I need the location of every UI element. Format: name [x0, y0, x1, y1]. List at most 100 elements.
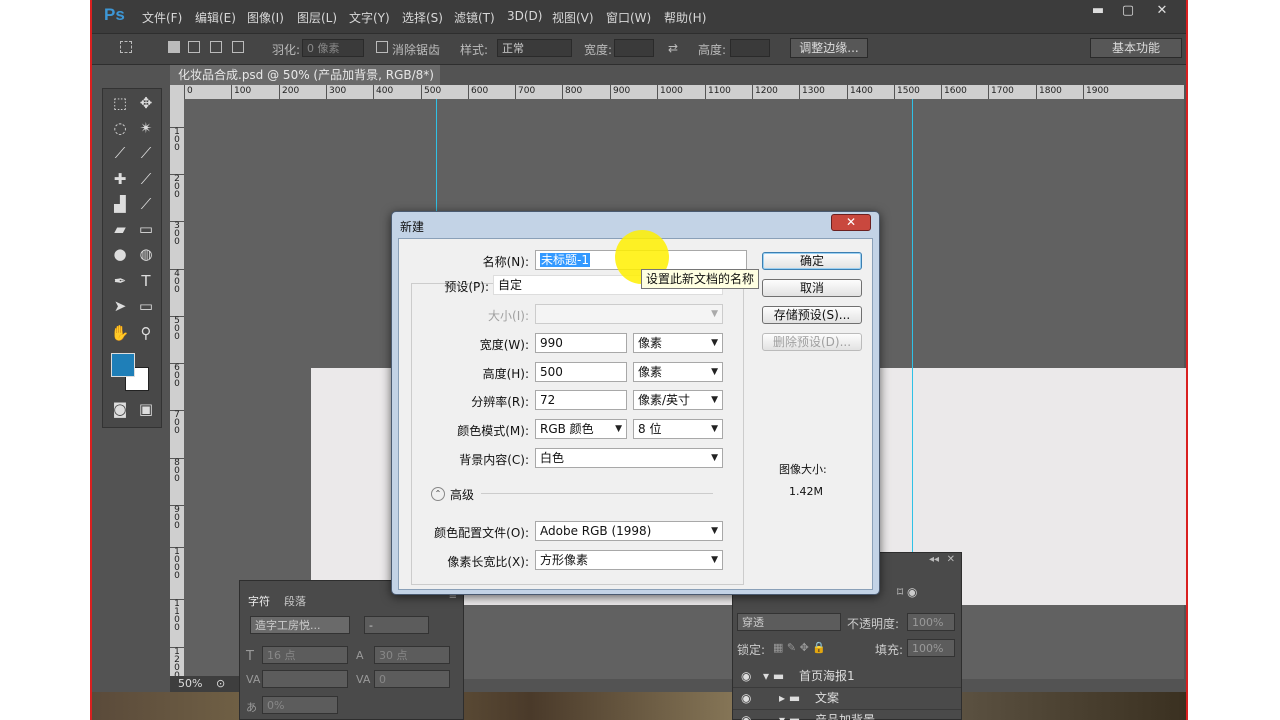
history-brush-icon[interactable]: ⟋ — [133, 192, 159, 216]
fill-input[interactable]: 100% — [907, 639, 955, 657]
layer-row[interactable]: ◉ ▾ ▬ 首页海报1 — [733, 665, 961, 688]
pixel-aspect-label: 像素长宽比(X): — [447, 555, 529, 569]
path-select-icon[interactable]: ➤ — [107, 294, 133, 318]
stamp-tool-icon[interactable]: ▟ — [107, 192, 133, 216]
filter-icons[interactable]: ⌑ ◉ — [897, 585, 917, 599]
maximize-button[interactable]: ▢ — [1114, 2, 1142, 20]
type-tool-icon[interactable]: T — [133, 269, 159, 293]
menu-edit[interactable]: 编辑(E) — [195, 9, 236, 26]
tracking-input[interactable]: 0 — [374, 670, 450, 688]
eye-icon[interactable]: ◉ — [741, 709, 751, 720]
menu-layer[interactable]: 图层(L) — [297, 9, 337, 26]
dialog-close-button[interactable]: ✕ — [831, 214, 871, 231]
menu-select[interactable]: 选择(S) — [402, 9, 443, 26]
move-tool-icon[interactable]: ✥ — [133, 91, 159, 115]
opacity-input[interactable]: 100% — [907, 613, 955, 631]
refine-edge-button[interactable]: 调整边缘... — [790, 38, 868, 58]
antialias-checkbox[interactable] — [376, 41, 388, 53]
blur-tool-icon[interactable]: ● — [107, 242, 133, 266]
brush-tool-icon[interactable]: ⟋ — [133, 167, 159, 191]
folder-icon[interactable]: ▾ ▬ — [779, 709, 800, 720]
subtract-selection-icon[interactable] — [210, 41, 222, 53]
delete-preset-button[interactable]: 删除预设(D)... — [762, 333, 862, 351]
eyedropper-tool-icon[interactable]: ⟋ — [133, 141, 159, 165]
color-profile-select[interactable]: Adobe RGB (1998) ▼ — [535, 521, 723, 541]
status-info-icon[interactable]: ⊙ — [216, 677, 225, 690]
gradient-tool-icon[interactable]: ▭ — [133, 217, 159, 241]
width-input[interactable]: 990 — [535, 333, 627, 353]
pixel-aspect-select[interactable]: 方形像素 ▼ — [535, 550, 723, 570]
screen-mode-icon[interactable]: ▣ — [133, 397, 159, 421]
eye-icon[interactable]: ◉ — [741, 665, 751, 687]
leading-input[interactable]: 30 点 — [374, 646, 450, 664]
cancel-button[interactable]: 取消 — [762, 279, 862, 297]
magic-wand-tool-icon[interactable]: ✴ — [133, 116, 159, 140]
layer-row[interactable]: ◉ ▸ ▬ 文案 — [733, 687, 961, 710]
shape-tool-icon[interactable]: ▭ — [133, 294, 159, 318]
add-selection-icon[interactable] — [188, 41, 200, 53]
background-select[interactable]: 白色 ▼ — [535, 448, 723, 468]
menu-image[interactable]: 图像(I) — [247, 9, 284, 26]
font-size-input[interactable]: 16 点 — [262, 646, 348, 664]
dialog-title: 新建 — [400, 220, 425, 234]
height-unit-select[interactable]: 像素 ▼ — [633, 362, 723, 382]
workspace-button[interactable]: 基本功能 — [1090, 38, 1182, 58]
marquee-tool-icon[interactable]: ⬚ — [107, 91, 133, 115]
height-input[interactable] — [730, 39, 770, 57]
menu-window[interactable]: 窗口(W) — [606, 9, 651, 26]
resolution-unit-select[interactable]: 像素/英寸 ▼ — [633, 390, 723, 410]
intersect-selection-icon[interactable] — [232, 41, 244, 53]
menu-help[interactable]: 帮助(H) — [664, 9, 706, 26]
zoom-level[interactable]: 50% — [178, 677, 202, 690]
zoom-tool-icon[interactable]: ⚲ — [133, 321, 159, 345]
panel-collapse-icon[interactable]: ◂◂ — [929, 554, 939, 565]
marquee-tool-icon[interactable] — [120, 41, 132, 53]
dodge-tool-icon[interactable]: ◍ — [133, 242, 159, 266]
minimize-button[interactable]: ▬ — [1084, 2, 1112, 20]
foreground-color-swatch[interactable] — [111, 353, 135, 377]
swap-icon[interactable]: ⇄ — [668, 41, 678, 55]
eye-icon[interactable]: ◉ — [741, 687, 751, 709]
save-preset-button[interactable]: 存储预设(S)... — [762, 306, 862, 324]
ruler-label: 1400 — [847, 85, 873, 99]
kerning-input[interactable] — [262, 670, 348, 688]
crop-tool-icon[interactable]: ⟋ — [107, 141, 133, 165]
font-style-select[interactable]: - — [364, 616, 429, 634]
tab-character[interactable]: 字符 — [248, 593, 270, 609]
color-mode-select[interactable]: RGB 颜色 ▼ — [535, 419, 627, 439]
quick-mask-icon[interactable]: ◙ — [107, 397, 133, 421]
width-unit-select[interactable]: 像素 ▼ — [633, 333, 723, 353]
menu-filter[interactable]: 滤镜(T) — [454, 9, 495, 26]
hand-tool-icon[interactable]: ✋ — [107, 321, 133, 345]
tab-paragraph[interactable]: 段落 — [284, 593, 306, 609]
menu-3d[interactable]: 3D(D) — [507, 9, 542, 23]
close-window-button[interactable]: ✕ — [1148, 2, 1176, 20]
pen-tool-icon[interactable]: ✒ — [107, 269, 133, 293]
folder-icon[interactable]: ▸ ▬ — [779, 687, 800, 709]
scale-input[interactable]: 0% — [262, 696, 338, 714]
font-family-select[interactable]: 造字工房悦... — [250, 616, 350, 634]
healing-tool-icon[interactable]: ✚ — [107, 167, 133, 191]
style-select[interactable]: 正常 — [497, 39, 572, 57]
height-input[interactable]: 500 — [535, 362, 627, 382]
lasso-tool-icon[interactable]: ◌ — [107, 116, 133, 140]
panel-close-icon[interactable]: ✕ — [947, 554, 955, 565]
advanced-label[interactable]: 高级 — [450, 486, 474, 503]
document-tab[interactable]: 化妆品合成.psd @ 50% (产品加背景, RGB/8*) * × — [170, 65, 440, 102]
blend-mode-select[interactable]: 穿透 — [737, 613, 841, 631]
layer-row[interactable]: ◉ ▾ ▬ 产品加背景 — [733, 709, 961, 720]
bit-depth-select[interactable]: 8 位 ▼ — [633, 419, 723, 439]
ok-button[interactable]: 确定 — [762, 252, 862, 270]
eraser-tool-icon[interactable]: ▰ — [107, 217, 133, 241]
menu-view[interactable]: 视图(V) — [552, 9, 594, 26]
menu-file[interactable]: 文件(F) — [142, 9, 182, 26]
collapse-advanced-icon[interactable]: ⌃ — [431, 487, 445, 501]
new-selection-icon[interactable] — [168, 41, 180, 53]
lock-icons[interactable]: ▦ ✎ ✥ 🔒 — [773, 641, 826, 654]
ruler-label: 1600 — [941, 85, 967, 99]
resolution-input[interactable]: 72 — [535, 390, 627, 410]
width-input[interactable] — [614, 39, 654, 57]
feather-input[interactable]: 0 像素 — [302, 39, 364, 57]
menu-type[interactable]: 文字(Y) — [349, 9, 390, 26]
folder-icon[interactable]: ▾ ▬ — [763, 665, 784, 687]
